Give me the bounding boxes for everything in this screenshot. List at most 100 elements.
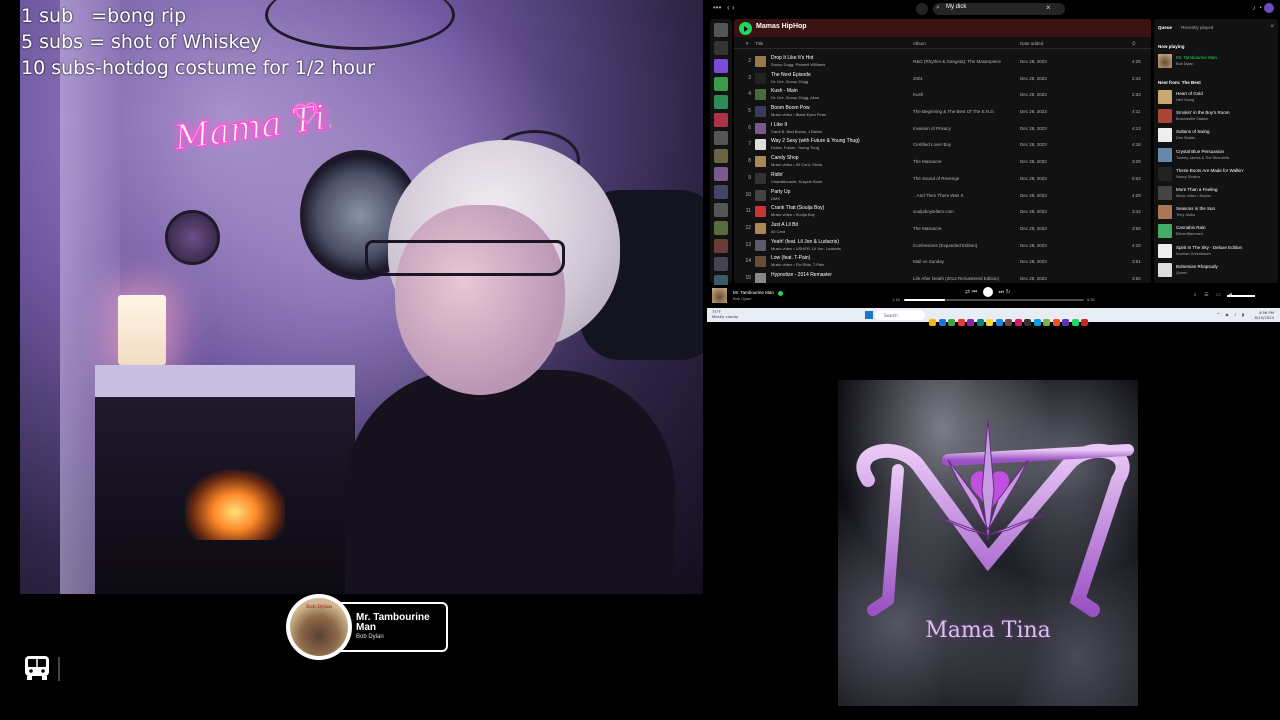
track-artist[interactable]: 50 Cent [771,229,785,234]
previous-icon[interactable]: ⏮ [972,290,977,296]
track-artist[interactable]: Cardi B, Bad Bunny, J Balvin [771,129,822,134]
taskbar-app-icon[interactable] [976,319,984,326]
queue-item[interactable]: These Boots Are Made for Walkin' Nancy Si… [1158,166,1276,183]
track-album[interactable]: Invasion of Privacy [913,126,951,131]
queue-item[interactable]: Cannabis Rain ElevenBaremen [1158,224,1276,240]
saved-check-icon[interactable] [778,291,783,296]
next-icon[interactable]: ⏭ [998,290,1003,296]
volume-slider[interactable] [1227,295,1255,297]
taskbar-app-icon[interactable] [1043,319,1050,326]
library-playlist-thumb[interactable] [714,203,728,217]
track-row[interactable]: 14 Low (feat. T-Pain) Music video • Flo Ri… [734,253,1151,270]
close-icon[interactable]: × [1270,24,1274,30]
track-row[interactable]: 5 Boom Boom Pow Music video • Black Eyed P… [734,103,1151,120]
track-title[interactable]: Way 2 Sexy (with Future & Young Thug) [771,138,860,144]
library-playlist-thumb[interactable] [714,239,728,253]
track-artist[interactable]: Dr. Dre, Snoop Dogg [771,79,808,84]
taskbar-app-icon[interactable] [1052,319,1060,326]
queue-item[interactable]: Bohemian Rhapsody Queen [1158,262,1276,279]
play-button[interactable] [739,22,752,35]
track-artist[interactable]: Music video • USHER, Lil Jon, Ludacris [771,246,841,251]
back-forward-icons[interactable]: ‹ › [727,3,735,12]
queue-now-playing[interactable]: Mr. Tambourine Man Bob Dylan [1158,54,1276,70]
track-title[interactable]: Candy Shop [771,155,799,161]
windows-start-icon[interactable] [865,311,873,319]
taskbar-app-icon[interactable] [938,319,946,326]
track-artist[interactable]: Chamillionaire, Krayzie Bone [771,179,822,184]
queue-item[interactable]: Crystal Blue Persuasion Tommy James & The… [1158,147,1276,164]
player-track-title[interactable]: Mr. Tambourine Man [733,290,774,295]
queue-item[interactable]: Heart of Gold Neil Young [1158,90,1276,106]
track-row[interactable]: 11 Crank That (Soulja Boy) Music video • S… [734,203,1151,220]
progress-bar[interactable] [904,299,1084,301]
track-row[interactable]: 2 Drop It Like It's Hot Snoop Dogg, Pharre… [734,53,1151,70]
track-title[interactable]: Yeah! (feat. Lil Jon & Ludacris) [771,239,839,245]
track-title[interactable]: Boom Boom Pow [771,105,810,111]
queue-item[interactable]: More Than a Feeling Music video • Boston [1158,186,1276,202]
track-row[interactable]: 9 Ridin' Chamillionaire, Krayzie Bone The S… [734,170,1151,187]
taskbar-app-icon[interactable] [1014,319,1022,326]
track-album[interactable]: Certified Lover Boy [913,142,951,147]
home-button[interactable] [916,3,928,15]
track-album[interactable]: The Beginning & The Best Of The E.N.D. [913,109,995,114]
library-playlist-thumb[interactable] [714,221,728,235]
track-album[interactable]: Kush [913,92,923,97]
taskbar-app-icon[interactable] [957,319,965,326]
track-album[interactable]: ...And Then There Was X [913,193,963,198]
queue-item[interactable]: Seasons in the Sun Terry Jacks [1158,205,1276,221]
library-playlist-thumb[interactable] [714,149,728,163]
taskbar-app-icon[interactable] [1062,319,1069,326]
col-album[interactable]: Album [913,41,926,46]
track-title[interactable]: Party Up [771,189,790,195]
tab-recently-played[interactable]: Recently played [1181,25,1213,30]
track-album[interactable]: R&G (Rhythm & Gangsta): The Masterpiece [913,59,1001,64]
track-artist[interactable]: Music video • Soulja Boy [771,212,815,217]
track-row[interactable]: 10 Party Up DMX ...And Then There Was X Dec … [734,187,1151,204]
repeat-icon[interactable]: ↻ [1006,290,1011,296]
clock[interactable]: 4:56 PM 8/15/2024 [1255,310,1274,320]
clear-search-icon[interactable]: × [1046,3,1051,12]
track-album[interactable]: Life After Death (2014 Remastered Editio… [913,276,999,281]
track-title[interactable]: Hypnotize - 2014 Remaster [771,272,832,278]
track-album[interactable]: The Massacre [913,159,942,164]
taskbar-search[interactable]: Search [875,310,925,320]
track-title[interactable]: Crank That (Soulja Boy) [771,205,824,211]
weather-widget[interactable]: 75°F Mostly cloudy [712,309,738,319]
taskbar-app-icon[interactable] [995,319,1003,326]
player-album-art[interactable] [712,288,727,303]
track-album[interactable]: The Massacre [913,226,942,231]
library-playlist-thumb[interactable] [714,185,728,199]
library-playlist-thumb[interactable] [714,77,728,91]
queue-item[interactable]: Spirit In The Sky - Deluxe Edition Norman… [1158,243,1276,260]
taskbar-app-icon[interactable] [929,319,936,326]
track-album[interactable]: Confessions (Expanded Edition) [913,243,977,248]
track-artist[interactable]: Snoop Dogg, Pharrell Williams [771,62,825,67]
track-title[interactable]: The Next Episode [771,72,811,78]
track-title[interactable]: Drop It Like It's Hot [771,55,813,61]
track-row[interactable]: 6 I Like It Cardi B, Bad Bunny, J Balvin In… [734,120,1151,137]
track-artist[interactable]: Music video • 50 Cent, Olivia [771,162,822,167]
library-playlist-thumb[interactable] [714,95,728,109]
avatar[interactable] [1264,3,1274,13]
bell-icon[interactable]: ♪ ◔ [1252,5,1264,12]
taskbar-app-icon[interactable] [948,319,955,326]
track-album[interactable]: 2001 [913,76,923,81]
track-row[interactable]: 7 Way 2 Sexy (with Future & Young Thug) Dr… [734,136,1151,153]
library-playlist-thumb[interactable] [714,131,728,145]
track-row[interactable]: 15 Hypnotize - 2014 Remaster Life After De… [734,270,1151,283]
pause-button[interactable] [982,287,993,297]
track-title[interactable]: Kush - Main [771,88,798,94]
track-artist[interactable]: Drake, Future, Young Thug [771,145,819,150]
library-playlist-thumb[interactable] [714,257,728,271]
col-duration[interactable]: ⏱ [1132,41,1136,46]
queue-item[interactable]: Smokin' in the Boy's Room Brownsville Sta… [1158,109,1276,125]
taskbar-app-icon[interactable] [1033,319,1041,326]
track-artist[interactable]: DMX [771,196,780,201]
menu-icon[interactable]: ••• [713,3,721,12]
track-title[interactable]: Just A Lil Bit [771,222,798,228]
track-row[interactable]: 13 Yeah! (feat. Lil Jon & Ludacris) Music … [734,237,1151,254]
track-title[interactable]: I Like It [771,122,787,128]
track-album[interactable]: souljaboytellem.com [913,209,954,214]
track-row[interactable]: 12 Just A Lil Bit 50 Cent The Massacre Dec 2… [734,220,1151,237]
track-album[interactable]: The Sound of Revenge [913,176,959,181]
